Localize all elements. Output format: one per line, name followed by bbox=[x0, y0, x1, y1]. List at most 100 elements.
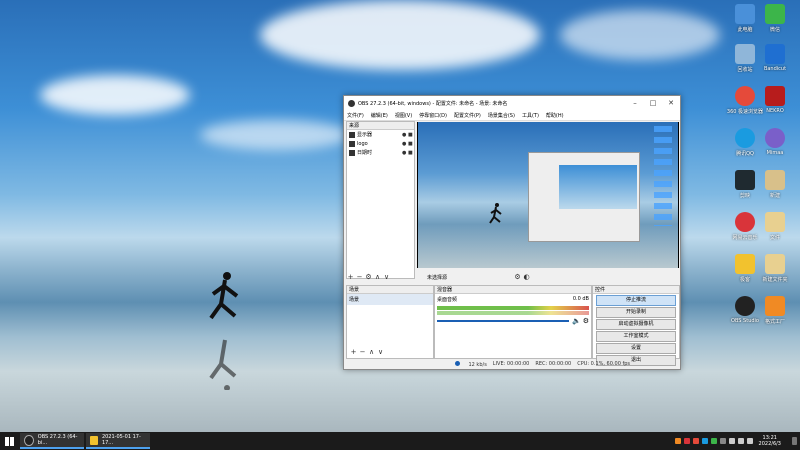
video-file-icon bbox=[90, 435, 98, 445]
volume-slider[interactable] bbox=[437, 320, 569, 322]
bitrate-status: 12 kb/s bbox=[455, 360, 487, 368]
tray-app-icon[interactable] bbox=[674, 438, 681, 444]
folder-icon bbox=[765, 254, 785, 274]
cpu-status: CPU: 0.1%, 60.00 fps bbox=[577, 361, 630, 367]
lock-icon[interactable]: ■ bbox=[408, 132, 414, 138]
move-up-icon[interactable]: ∧ bbox=[373, 273, 382, 281]
start-button[interactable] bbox=[0, 432, 18, 450]
sources-header: 来源 bbox=[347, 122, 414, 130]
add-scene-button[interactable]: + bbox=[349, 348, 358, 356]
folder-icon bbox=[765, 212, 785, 232]
image-icon bbox=[349, 149, 355, 156]
properties-icon[interactable]: ⚙ bbox=[513, 273, 522, 281]
cloud bbox=[200, 120, 350, 150]
move-down-icon[interactable]: ∨ bbox=[376, 348, 385, 356]
mixer-title: 混音器 bbox=[437, 287, 453, 293]
speaker-icon[interactable]: 🔈 bbox=[572, 317, 581, 325]
network-icon[interactable] bbox=[728, 438, 735, 444]
preview-canvas[interactable] bbox=[417, 122, 679, 268]
mixer-track: 桌面音频 0.0 dB bbox=[435, 294, 591, 305]
cloud bbox=[40, 75, 190, 115]
menu-file[interactable]: 文件(F) bbox=[347, 112, 364, 119]
cloud bbox=[260, 0, 540, 70]
preview-screen bbox=[418, 122, 678, 268]
bottom-docks: 场景 场景 + − ∧ ∨ 混音器 桌面音频 0.0 dB 🔈 ⚙ 控件 停止推… bbox=[346, 285, 680, 366]
scenes-panel: 场景 场景 + − ∧ ∨ bbox=[346, 285, 434, 359]
tray-app-icon[interactable] bbox=[683, 438, 690, 444]
menu-profile[interactable]: 配置文件(P) bbox=[454, 112, 481, 119]
desktop-icon-format-factory[interactable]: 格式工厂 bbox=[756, 296, 794, 325]
notification-icon[interactable] bbox=[792, 437, 797, 445]
app-icon bbox=[765, 128, 785, 148]
menu-bar: 文件(F) 编辑(E) 视图(V) 停靠窗口(D) 配置文件(P) 场景集合(S… bbox=[344, 110, 680, 121]
obs-icon bbox=[735, 296, 755, 316]
chevron-up-icon[interactable] bbox=[719, 438, 726, 444]
scene-item[interactable]: 场景 bbox=[347, 294, 433, 305]
task-obs[interactable]: OBS 27.2.3 (64-bi... bbox=[20, 433, 84, 449]
move-down-icon[interactable]: ∨ bbox=[382, 273, 391, 281]
nested-preview bbox=[559, 165, 637, 209]
monitor-icon bbox=[349, 131, 355, 138]
source-item-monitor[interactable]: 显示器 ● ■ bbox=[347, 130, 414, 139]
file-icon bbox=[765, 170, 785, 190]
preview-nested-window bbox=[528, 152, 640, 242]
move-up-icon[interactable]: ∧ bbox=[367, 348, 376, 356]
menu-scene-collection[interactable]: 场景集合(S) bbox=[488, 112, 515, 119]
app-icon bbox=[765, 296, 785, 316]
track-name: 桌面音频 bbox=[437, 297, 458, 303]
tray-wechat-icon[interactable] bbox=[710, 438, 717, 444]
maximize-icon[interactable]: □ bbox=[644, 99, 662, 107]
desktop-icon-new-folder[interactable]: 新建文件夹 bbox=[756, 254, 794, 283]
minimize-icon[interactable]: – bbox=[626, 99, 644, 107]
system-tray: 13:21 2022/6/3 bbox=[672, 435, 800, 447]
studio-mode-button[interactable]: 工作室模式 bbox=[596, 331, 676, 342]
volume-icon[interactable] bbox=[737, 438, 744, 444]
desktop-icon-bandicut[interactable]: Bandicut bbox=[756, 44, 794, 72]
audio-mixer-panel: 混音器 桌面音频 0.0 dB 🔈 ⚙ bbox=[434, 285, 592, 359]
obs-logo-icon bbox=[348, 99, 355, 107]
desktop-icon-file[interactable]: 新建 bbox=[756, 170, 794, 199]
menu-edit[interactable]: 编辑(E) bbox=[371, 112, 388, 119]
browser-icon bbox=[735, 86, 755, 106]
start-virtual-camera-button[interactable]: 启动虚拟摄像机 bbox=[596, 319, 676, 330]
source-item-date[interactable]: 日期时 ● ■ bbox=[347, 148, 414, 157]
live-time: LIVE: 00:00:00 bbox=[492, 361, 530, 367]
menu-help[interactable]: 帮助(H) bbox=[546, 112, 564, 119]
desktop-icon-nekro[interactable]: NEKRO bbox=[756, 86, 794, 114]
desktop-icon-wechat[interactable]: 微信 bbox=[756, 4, 794, 33]
clock[interactable]: 13:21 2022/6/3 bbox=[759, 435, 781, 447]
controls-title: 控件 bbox=[595, 287, 606, 293]
stream-status-icon bbox=[455, 360, 461, 366]
lock-icon[interactable]: ■ bbox=[408, 150, 414, 156]
close-icon[interactable]: ✕ bbox=[662, 99, 680, 107]
gear-icon[interactable]: ⚙ bbox=[364, 273, 373, 281]
remove-source-button[interactable]: − bbox=[355, 273, 364, 281]
windows-logo-icon bbox=[4, 436, 14, 446]
task-video-file[interactable]: 2021-05-01 17-17... bbox=[86, 433, 150, 449]
stop-streaming-button[interactable]: 停止推流 bbox=[596, 295, 676, 306]
desktop-icon-folder[interactable]: 文件 bbox=[756, 212, 794, 241]
desktop-icon-mimaa[interactable]: Mimaa bbox=[756, 128, 794, 156]
menu-view[interactable]: 视图(V) bbox=[395, 112, 412, 119]
ime-icon[interactable] bbox=[746, 438, 753, 444]
status-bar: 12 kb/s LIVE: 00:00:00 REC: 00:00:00 CPU… bbox=[344, 359, 680, 369]
source-toolbar: + − ⚙ ∧ ∨ 未选择源 ⚙ ◐ bbox=[346, 272, 678, 282]
start-recording-button[interactable]: 开始录制 bbox=[596, 307, 676, 318]
lock-icon[interactable]: ■ bbox=[408, 141, 414, 147]
source-item-logo[interactable]: logo ● ■ bbox=[347, 139, 414, 148]
no-source-label: 未选择源 bbox=[427, 274, 448, 281]
tray-qq-icon[interactable] bbox=[701, 438, 708, 444]
obs-icon bbox=[24, 434, 34, 446]
title-bar[interactable]: OBS 27.2.3 (64-bit, windows) - 配置文件: 未命名… bbox=[344, 96, 680, 110]
qq-icon bbox=[735, 128, 755, 148]
gear-icon[interactable]: ⚙ bbox=[583, 317, 589, 325]
menu-tools[interactable]: 工具(T) bbox=[522, 112, 539, 119]
menu-docks[interactable]: 停靠窗口(D) bbox=[419, 112, 447, 119]
add-source-button[interactable]: + bbox=[346, 273, 355, 281]
runner-silhouette bbox=[209, 272, 239, 390]
settings-button[interactable]: 设置 bbox=[596, 343, 676, 354]
filters-icon[interactable]: ◐ bbox=[522, 273, 531, 281]
music-icon bbox=[735, 212, 755, 232]
tray-app-icon[interactable] bbox=[692, 438, 699, 444]
remove-scene-button[interactable]: − bbox=[358, 348, 367, 356]
